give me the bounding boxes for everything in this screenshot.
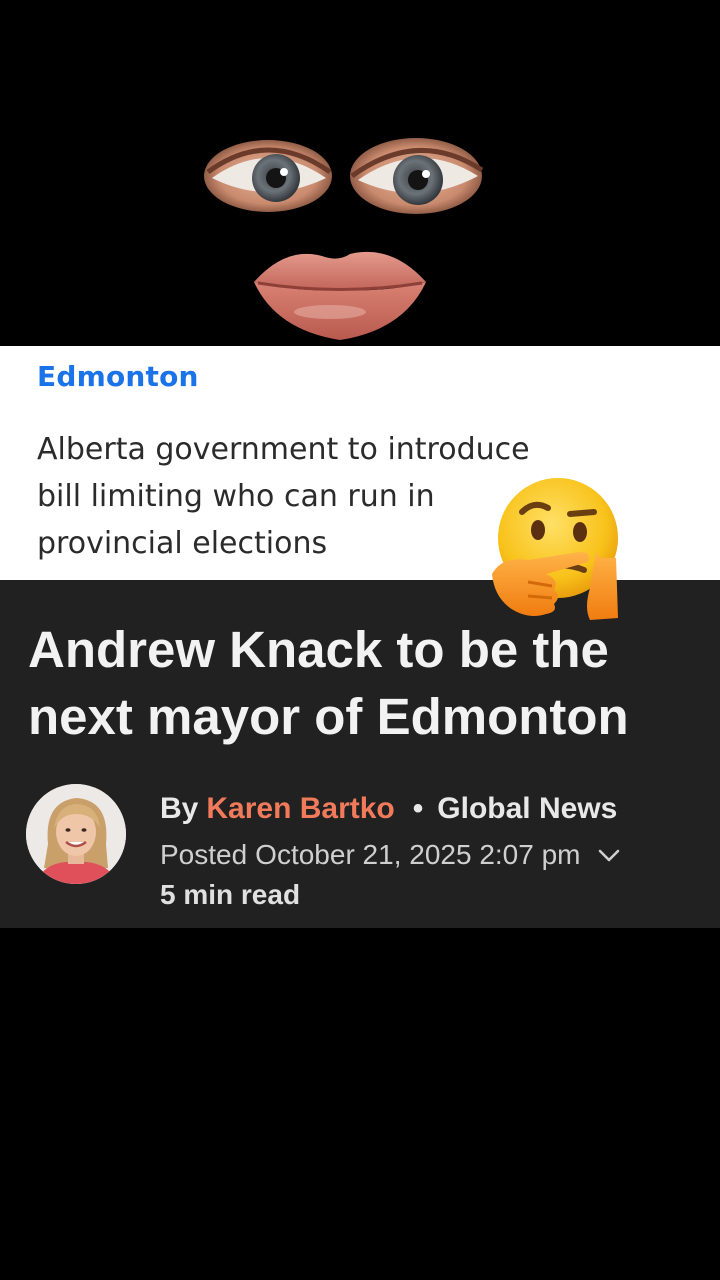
chevron-down-icon[interactable]	[597, 839, 621, 871]
article-title-line: next mayor of Edmonton	[28, 688, 629, 745]
author-link[interactable]: Karen Bartko	[206, 792, 394, 826]
publisher-name[interactable]: Global News	[437, 792, 617, 826]
posted-date: October 21, 2025 2:07 pm	[255, 839, 581, 870]
article-title[interactable]: Andrew Knack to be the next mayor of Edm…	[28, 616, 708, 750]
read-time: 5 min read	[160, 879, 301, 910]
posted-label: Posted	[160, 839, 248, 870]
byline-prefix: By	[160, 792, 199, 825]
left-eye	[204, 140, 332, 212]
posted-info[interactable]: Posted October 21, 2025 2:07 pm	[160, 836, 621, 874]
headline-line: Alberta government to introduce	[37, 432, 530, 467]
right-eye	[350, 138, 484, 214]
lips	[254, 251, 426, 340]
bottom-area	[0, 928, 720, 1280]
byline: By Karen Bartko • Global News	[160, 789, 617, 829]
avatar[interactable]	[26, 784, 126, 884]
thinking-face-icon	[488, 478, 630, 624]
byline-separator: •	[412, 792, 424, 825]
face-overlay	[0, 0, 720, 346]
article-title-line: Andrew Knack to be the	[28, 621, 609, 678]
category-label[interactable]: Edmonton	[37, 360, 199, 393]
